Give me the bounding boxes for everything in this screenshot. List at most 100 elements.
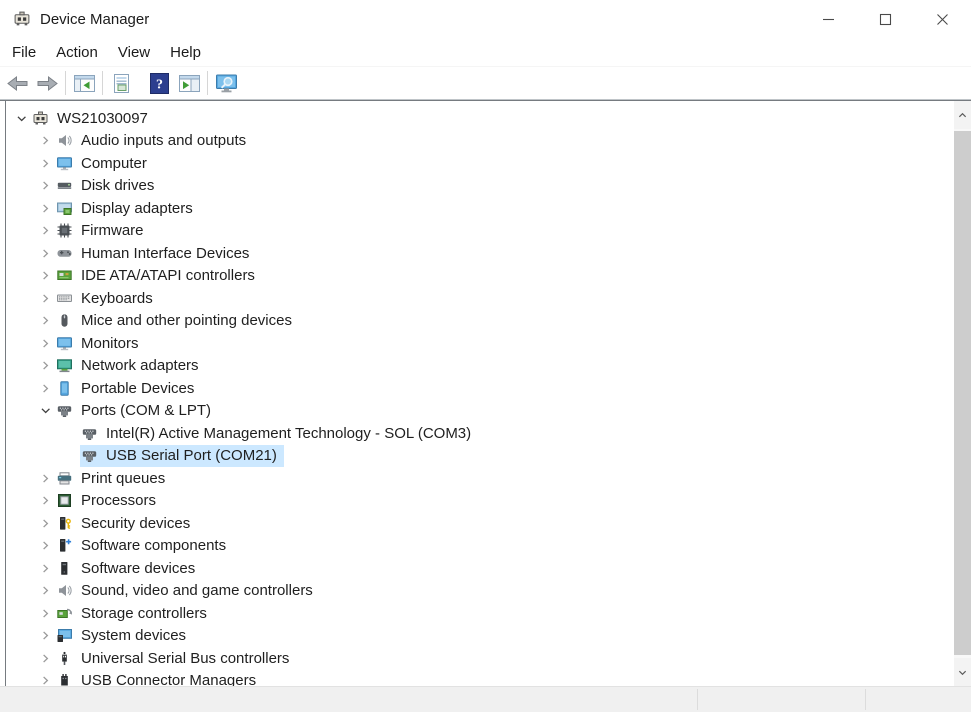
tree-item-audio-inputs-and-outputs[interactable]: Audio inputs and outputs xyxy=(6,130,954,153)
tree-item-content[interactable]: System devices xyxy=(55,625,193,647)
expand-chevron-icon[interactable] xyxy=(35,133,55,149)
collapse-chevron-icon[interactable] xyxy=(11,110,31,126)
tree-item-content[interactable]: Intel(R) Active Management Technology - … xyxy=(80,422,478,444)
expand-chevron-icon[interactable] xyxy=(35,583,55,599)
tree-item-content[interactable]: IDE ATA/ATAPI controllers xyxy=(55,265,262,287)
tree-item-content[interactable]: Sound, video and game controllers xyxy=(55,580,320,602)
console-tree-button[interactable] xyxy=(69,69,99,97)
tree-item-universal-serial-bus-controllers[interactable]: Universal Serial Bus controllers xyxy=(6,647,954,670)
maximize-button[interactable] xyxy=(857,0,914,38)
help-button[interactable]: ? xyxy=(144,69,174,97)
expand-chevron-icon[interactable] xyxy=(35,493,55,509)
menu-file[interactable]: File xyxy=(2,41,46,64)
tree-item-firmware[interactable]: Firmware xyxy=(6,220,954,243)
tree-item-portable-devices[interactable]: Portable Devices xyxy=(6,377,954,400)
expand-chevron-icon[interactable] xyxy=(35,538,55,554)
tree-item-processors[interactable]: Processors xyxy=(6,490,954,513)
scan-hardware-changes-button[interactable] xyxy=(211,69,241,97)
vertical-scrollbar[interactable] xyxy=(954,101,971,686)
tree-item-keyboards[interactable]: Keyboards xyxy=(6,287,954,310)
properties-button[interactable] xyxy=(106,69,136,97)
tree-item-usb-connector-managers[interactable]: USB Connector Managers xyxy=(6,670,954,687)
tree-item-content[interactable]: Firmware xyxy=(55,220,151,242)
expand-chevron-icon[interactable] xyxy=(35,290,55,306)
tree-item-storage-controllers[interactable]: Storage controllers xyxy=(6,602,954,625)
expand-chevron-icon[interactable] xyxy=(35,245,55,261)
tree-item-content[interactable]: Processors xyxy=(55,490,163,512)
expand-chevron-icon[interactable] xyxy=(35,268,55,284)
expand-chevron-icon[interactable] xyxy=(35,380,55,396)
expand-chevron-icon[interactable] xyxy=(35,335,55,351)
tree-item-content[interactable]: Ports (COM & LPT) xyxy=(55,400,218,422)
tree-item-security-devices[interactable]: Security devices xyxy=(6,512,954,535)
tree-item-disk-drives[interactable]: Disk drives xyxy=(6,175,954,198)
tree-item-content[interactable]: Mice and other pointing devices xyxy=(55,310,299,332)
tree-item-display-adapters[interactable]: Display adapters xyxy=(6,197,954,220)
expand-chevron-icon[interactable] xyxy=(35,155,55,171)
tree-item-content[interactable]: Software devices xyxy=(55,557,202,579)
tree-item-print-queues[interactable]: Print queues xyxy=(6,467,954,490)
printer-icon xyxy=(56,470,73,487)
tree-item-mice-and-other-pointing-devices[interactable]: Mice and other pointing devices xyxy=(6,310,954,333)
menu-view[interactable]: View xyxy=(108,41,160,64)
forward-button[interactable] xyxy=(32,69,62,97)
tree-item-content[interactable]: Keyboards xyxy=(55,287,160,309)
usb-connector-icon xyxy=(56,672,73,686)
expand-chevron-icon[interactable] xyxy=(35,178,55,194)
tower-icon xyxy=(56,560,73,577)
expand-chevron-icon[interactable] xyxy=(35,313,55,329)
expand-chevron-icon[interactable] xyxy=(35,470,55,486)
action-pane-button[interactable] xyxy=(174,69,204,97)
tree-item-content[interactable]: Print queues xyxy=(55,467,172,489)
minimize-button[interactable] xyxy=(800,0,857,38)
tree-item-content[interactable]: USB Serial Port (COM21) xyxy=(80,445,284,467)
tree-item-content[interactable]: Computer xyxy=(55,152,154,174)
back-button[interactable] xyxy=(2,69,32,97)
tree-item-ws21030097[interactable]: WS21030097 xyxy=(6,107,954,130)
tree-item-content[interactable]: Monitors xyxy=(55,332,146,354)
phone-icon xyxy=(56,380,73,397)
tree-item-computer[interactable]: Computer xyxy=(6,152,954,175)
tree-item-usb-serial-port-com21[interactable]: USB Serial Port (COM21) xyxy=(6,445,954,468)
tree-item-sound-video-and-game-controllers[interactable]: Sound, video and game controllers xyxy=(6,580,954,603)
tree-item-content[interactable]: Human Interface Devices xyxy=(55,242,256,264)
menu-action[interactable]: Action xyxy=(46,41,108,64)
tree-item-monitors[interactable]: Monitors xyxy=(6,332,954,355)
tree-item-content[interactable]: Universal Serial Bus controllers xyxy=(55,647,296,669)
scroll-up-button[interactable] xyxy=(954,101,971,129)
tree-item-label: Mice and other pointing devices xyxy=(81,312,292,329)
collapse-chevron-icon[interactable] xyxy=(35,403,55,419)
tree-item-content[interactable]: Display adapters xyxy=(55,197,200,219)
tree-item-content[interactable]: USB Connector Managers xyxy=(55,670,263,686)
expand-chevron-icon[interactable] xyxy=(35,628,55,644)
tree-item-software-components[interactable]: Software components xyxy=(6,535,954,558)
close-button[interactable] xyxy=(914,0,971,38)
tree-item-human-interface-devices[interactable]: Human Interface Devices xyxy=(6,242,954,265)
tree-item-ide-ata-atapi-controllers[interactable]: IDE ATA/ATAPI controllers xyxy=(6,265,954,288)
tree-item-content[interactable]: Security devices xyxy=(55,512,197,534)
tree-item-content[interactable]: Audio inputs and outputs xyxy=(55,130,253,152)
tree-item-ports-com-lpt[interactable]: Ports (COM & LPT) xyxy=(6,400,954,423)
tree-item-network-adapters[interactable]: Network adapters xyxy=(6,355,954,378)
tree-item-content[interactable]: Storage controllers xyxy=(55,602,214,624)
tree-item-software-devices[interactable]: Software devices xyxy=(6,557,954,580)
expand-chevron-icon[interactable] xyxy=(35,200,55,216)
expand-chevron-icon[interactable] xyxy=(35,515,55,531)
tree-item-content[interactable]: Disk drives xyxy=(55,175,161,197)
scroll-down-button[interactable] xyxy=(954,658,971,686)
scrollbar-thumb[interactable] xyxy=(954,131,971,655)
expand-chevron-icon[interactable] xyxy=(35,358,55,374)
tree-item-content[interactable]: WS21030097 xyxy=(31,107,155,129)
tree-item-content[interactable]: Portable Devices xyxy=(55,377,201,399)
tree-item-content[interactable]: Network adapters xyxy=(55,355,206,377)
tree-item-content[interactable]: Software components xyxy=(55,535,233,557)
expand-chevron-icon[interactable] xyxy=(35,605,55,621)
expand-chevron-icon[interactable] xyxy=(35,673,55,686)
network-icon xyxy=(56,357,73,374)
expand-chevron-icon[interactable] xyxy=(35,650,55,666)
tree-item-intel-r-active-management-technology-sol-com3[interactable]: Intel(R) Active Management Technology - … xyxy=(6,422,954,445)
tree-item-system-devices[interactable]: System devices xyxy=(6,625,954,648)
menu-help[interactable]: Help xyxy=(160,41,211,64)
expand-chevron-icon[interactable] xyxy=(35,223,55,239)
expand-chevron-icon[interactable] xyxy=(35,560,55,576)
